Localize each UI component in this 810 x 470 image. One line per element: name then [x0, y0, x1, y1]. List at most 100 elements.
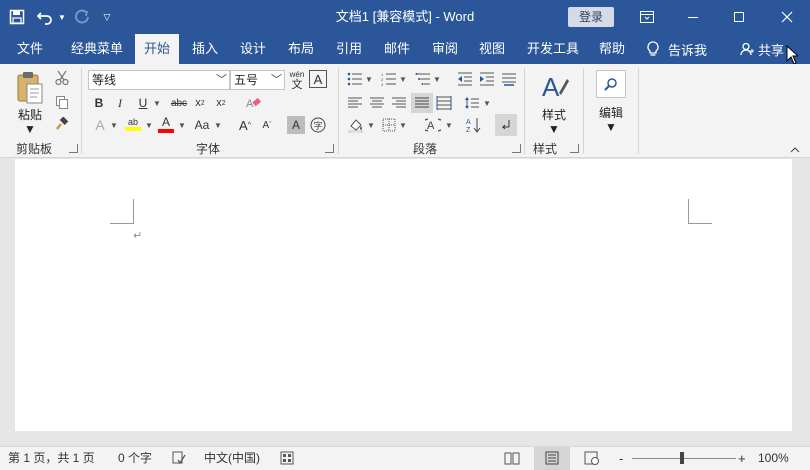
save-icon[interactable] [0, 0, 34, 34]
font-name-dropdown-icon[interactable]: ﹀ [216, 71, 227, 89]
shrink-font-icon[interactable]: Aˇ [258, 116, 276, 134]
zoom-slider-thumb[interactable] [680, 452, 684, 464]
paragraph-launcher-icon[interactable] [512, 144, 521, 153]
multilevel-list-dropdown-icon[interactable]: ▼ [432, 70, 442, 88]
asian-layout-dropdown-icon[interactable]: ▼ [444, 116, 454, 134]
close-icon[interactable] [764, 0, 810, 34]
tab-layout[interactable]: 布局 [280, 34, 322, 64]
show-formatting-marks-icon[interactable] [497, 116, 515, 134]
multilevel-list-icon[interactable] [414, 70, 432, 88]
zoom-out-button[interactable]: - [619, 447, 623, 470]
tell-me-box[interactable]: 告诉我 [646, 34, 707, 64]
italic-icon[interactable]: I [112, 94, 128, 112]
customize-qat-icon[interactable]: ▽ [96, 0, 118, 34]
tab-classic-menu[interactable]: 经典菜单 [62, 34, 132, 64]
proofing-icon[interactable] [172, 451, 186, 467]
zoom-level[interactable]: 100% [758, 447, 789, 470]
styles-label[interactable]: 样式 [530, 106, 578, 123]
page-count[interactable]: 第 1 页，共 1 页 [8, 447, 95, 470]
sort-icon[interactable]: AZ [465, 116, 483, 134]
word-count[interactable]: 0 个字 [118, 447, 152, 470]
paste-icon[interactable] [10, 70, 50, 106]
share-button[interactable]: 共享 [740, 34, 784, 64]
decrease-indent-icon[interactable] [456, 70, 474, 88]
tab-developer[interactable]: 开发工具 [520, 34, 586, 64]
clear-formatting-icon[interactable]: A [244, 94, 262, 112]
bullets-dropdown-icon[interactable]: ▼ [364, 70, 374, 88]
tab-review[interactable]: 审阅 [423, 34, 467, 64]
numbering-icon[interactable]: 123 [380, 70, 398, 88]
font-color-dropdown-icon[interactable]: ▼ [177, 116, 187, 134]
paste-label[interactable]: 粘贴 [10, 106, 50, 123]
text-effects-dropdown-icon[interactable]: ▼ [109, 116, 119, 134]
align-left-icon[interactable] [346, 94, 364, 112]
change-case-dropdown-icon[interactable]: ▼ [213, 116, 223, 134]
enclose-characters-icon[interactable]: 字 [309, 116, 327, 134]
subscript-icon[interactable]: x2 [192, 94, 208, 112]
shading-icon[interactable] [346, 116, 366, 134]
align-right-icon[interactable] [390, 94, 408, 112]
zoom-in-button[interactable]: + [738, 447, 746, 470]
search-icon[interactable] [596, 70, 626, 98]
grow-font-icon[interactable]: A ^ [236, 116, 254, 134]
font-size-combo[interactable]: 五号 ﹀ [230, 70, 285, 90]
language-indicator[interactable]: 中文(中国) [204, 447, 260, 470]
borders-dropdown-icon[interactable]: ▼ [398, 116, 408, 134]
strikethrough-icon[interactable]: abc [168, 94, 190, 112]
redo-icon[interactable] [68, 0, 96, 34]
numbering-dropdown-icon[interactable]: ▼ [398, 70, 408, 88]
ribbon-display-options-icon[interactable] [624, 0, 670, 34]
login-button[interactable]: 登录 [568, 7, 614, 27]
line-spacing-icon[interactable] [463, 94, 481, 112]
copy-icon[interactable] [52, 92, 72, 112]
zoom-slider[interactable] [632, 458, 736, 459]
font-color-icon[interactable]: A [156, 114, 176, 134]
undo-icon[interactable] [34, 0, 56, 34]
line-spacing-dropdown-icon[interactable]: ▼ [482, 94, 492, 112]
character-shading-icon[interactable]: A [287, 116, 305, 134]
bold-icon[interactable]: B [91, 94, 107, 112]
font-launcher-icon[interactable] [325, 144, 334, 153]
text-highlight-icon[interactable]: ab [122, 114, 144, 134]
character-border-icon[interactable]: A [309, 70, 327, 88]
asian-layout-icon[interactable]: A [422, 116, 444, 134]
font-name-combo[interactable]: 等线 ﹀ [88, 70, 230, 90]
distributed-icon[interactable] [435, 94, 453, 112]
styles-dropdown-icon[interactable]: ▼ [530, 122, 578, 136]
read-mode-icon[interactable] [504, 451, 520, 467]
undo-dropdown-icon[interactable]: ▼ [56, 0, 68, 34]
clipboard-launcher-icon[interactable] [69, 144, 78, 153]
bullets-icon[interactable] [346, 70, 364, 88]
editing-dropdown-icon[interactable]: ▼ [588, 120, 634, 134]
collapse-ribbon-icon[interactable] [788, 144, 802, 156]
paste-dropdown-icon[interactable]: ▼ [10, 122, 50, 136]
editing-label[interactable]: 编辑 [588, 104, 634, 121]
tab-design[interactable]: 设计 [231, 34, 275, 64]
maximize-icon[interactable] [716, 0, 762, 34]
tab-home[interactable]: 开始 [135, 34, 179, 64]
tab-insert[interactable]: 插入 [184, 34, 226, 64]
tab-references[interactable]: 引用 [327, 34, 371, 64]
styles-icon[interactable]: A [538, 70, 570, 102]
underline-icon[interactable]: U [135, 94, 151, 112]
tab-view[interactable]: 视图 [470, 34, 514, 64]
borders-icon[interactable] [380, 116, 398, 134]
print-layout-icon[interactable] [545, 451, 559, 467]
cut-icon[interactable] [52, 68, 72, 88]
chinese-layout-icon[interactable] [500, 70, 518, 88]
phonetic-guide-icon[interactable]: wén 文 [287, 68, 307, 92]
macro-record-icon[interactable] [280, 451, 294, 467]
document-page[interactable]: ↵ [15, 159, 792, 431]
text-highlight-dropdown-icon[interactable]: ▼ [144, 116, 154, 134]
increase-indent-icon[interactable] [478, 70, 496, 88]
tab-help[interactable]: 帮助 [590, 34, 634, 64]
tab-file[interactable]: 文件 [6, 34, 54, 64]
align-center-icon[interactable] [368, 94, 386, 112]
shading-dropdown-icon[interactable]: ▼ [366, 116, 376, 134]
text-effects-icon[interactable]: A [91, 116, 109, 134]
web-layout-icon[interactable] [584, 451, 600, 467]
styles-launcher-icon[interactable] [570, 144, 579, 153]
justify-icon[interactable] [413, 94, 431, 112]
tab-mailings[interactable]: 邮件 [375, 34, 419, 64]
format-painter-icon[interactable] [52, 114, 72, 134]
